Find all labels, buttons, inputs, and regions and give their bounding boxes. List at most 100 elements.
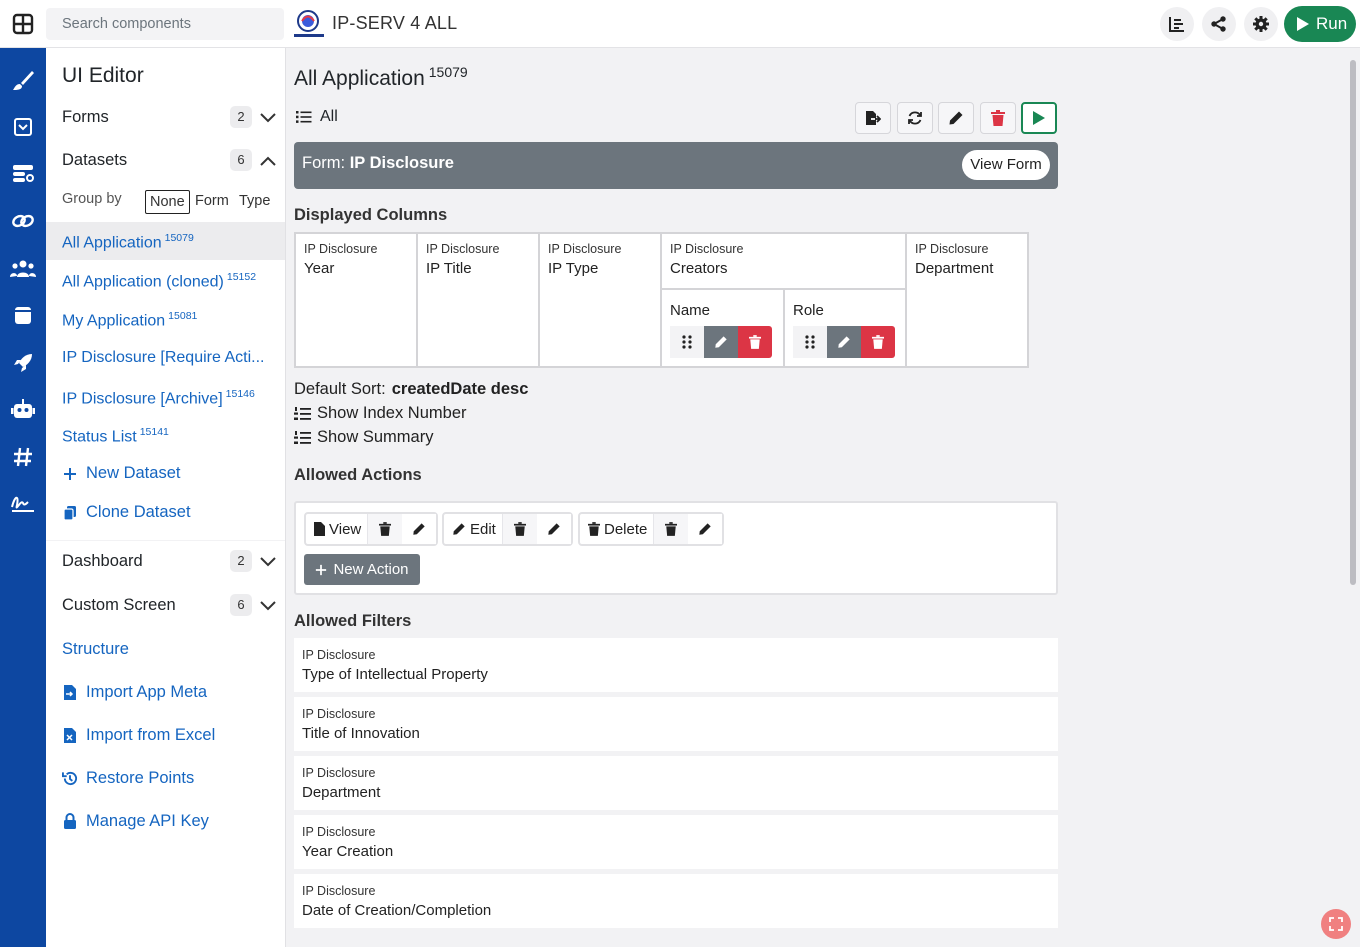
manage-api-key-link[interactable]: Manage API Key <box>62 812 209 831</box>
filter-item[interactable]: IP Disclosure Date of Creation/Completio… <box>294 874 1058 928</box>
filter-item[interactable]: IP Disclosure Title of Innovation <box>294 697 1058 751</box>
brush-icon[interactable] <box>10 68 36 94</box>
dataset-label: My Application <box>62 312 166 330</box>
action-delete: Delete <box>578 512 725 546</box>
view-form-button[interactable]: View Form <box>962 150 1050 180</box>
new-dataset-link[interactable]: New Dataset <box>62 464 180 483</box>
delete-subcolumn-button[interactable] <box>861 326 895 358</box>
chart-button[interactable] <box>1160 7 1194 41</box>
column-creators[interactable]: IP Disclosure Creators Name Role <box>662 234 907 366</box>
dataset-item-all-application[interactable]: All Application 15079 <box>46 222 285 260</box>
delete-action-button[interactable] <box>502 514 537 544</box>
allowed-actions-box: View Edit Delete New Action <box>294 501 1058 595</box>
subcolumn-name[interactable]: Name <box>662 288 785 366</box>
column-source: IP Disclosure <box>304 242 378 256</box>
dataset-item-my-application[interactable]: My Application 15081 <box>46 300 285 338</box>
dataset-item-status-list[interactable]: Status List 15141 <box>46 416 285 454</box>
action-edit-button[interactable]: Edit <box>444 514 503 544</box>
view-selector[interactable]: All <box>296 108 338 126</box>
plus-icon <box>316 564 327 575</box>
delete-action-button[interactable] <box>368 514 403 544</box>
column-year[interactable]: IP Disclosure Year <box>296 234 418 366</box>
section-datasets-label: Datasets <box>62 151 128 169</box>
edit-action-button[interactable] <box>688 514 723 544</box>
import-app-meta-link[interactable]: Import App Meta <box>62 683 207 702</box>
link-icon[interactable] <box>10 208 36 234</box>
export-button[interactable] <box>855 102 891 134</box>
drag-handle-icon[interactable] <box>793 326 827 358</box>
filter-item[interactable]: IP Disclosure Year Creation <box>294 815 1058 869</box>
edit-action-button[interactable] <box>402 514 437 544</box>
database-icon[interactable] <box>10 160 36 186</box>
page-title-text: All Application <box>294 67 425 90</box>
section-dashboard[interactable]: Dashboard 2 <box>62 550 280 574</box>
filter-item[interactable]: IP Disclosure Type of Intellectual Prope… <box>294 638 1058 692</box>
column-name: Year <box>304 260 335 277</box>
edit-action-button[interactable] <box>536 514 571 544</box>
signature-icon[interactable] <box>10 490 36 516</box>
section-datasets[interactable]: Datasets 6 <box>62 149 280 173</box>
group-by-type[interactable]: Type <box>239 190 270 214</box>
apps-grid-icon[interactable] <box>12 13 34 35</box>
show-summary-label: Show Summary <box>317 428 434 446</box>
chevron-down-icon[interactable] <box>258 596 278 616</box>
drag-handle-icon[interactable] <box>670 326 704 358</box>
action-view-button[interactable]: View <box>306 514 369 544</box>
refresh-button[interactable] <box>897 102 933 134</box>
filter-name: Title of Innovation <box>302 725 420 742</box>
chevron-down-icon[interactable] <box>258 552 278 572</box>
action-edit: Edit <box>442 512 573 546</box>
group-by-form[interactable]: Form <box>195 190 229 214</box>
default-sort-value: createdDate desc <box>391 380 529 398</box>
edit-button[interactable] <box>938 102 974 134</box>
expand-icon <box>1329 917 1343 931</box>
rocket-icon[interactable] <box>10 350 36 376</box>
subcolumn-role[interactable]: Role <box>785 288 907 366</box>
trash-icon <box>513 522 526 536</box>
new-action-button[interactable]: New Action <box>304 554 420 585</box>
structure-link[interactable]: Structure <box>62 640 129 659</box>
users-icon[interactable] <box>10 256 36 282</box>
dataset-label: All Application <box>62 234 162 252</box>
import-excel-link[interactable]: Import from Excel <box>62 726 215 745</box>
dataset-item-ip-disclosure-archive[interactable]: IP Disclosure [Archive] 15146 <box>46 378 285 416</box>
column-ip-type[interactable]: IP Disclosure IP Type <box>540 234 662 366</box>
form-bar-prefix: Form: <box>302 154 346 172</box>
column-department[interactable]: IP Disclosure Department <box>907 234 1029 366</box>
dataset-id: 15146 <box>225 388 255 400</box>
chevron-up-icon[interactable] <box>258 151 278 171</box>
fullscreen-button[interactable] <box>1321 909 1351 939</box>
section-forms[interactable]: Forms 2 <box>62 106 280 130</box>
share-button[interactable] <box>1202 7 1236 41</box>
chevron-down-icon[interactable] <box>258 108 278 128</box>
dataset-item-ip-disclosure-require-action[interactable]: IP Disclosure [Require Acti... <box>46 339 285 377</box>
dataset-item-all-application-cloned[interactable]: All Application (cloned) 15152 <box>46 261 285 299</box>
robot-icon[interactable] <box>10 396 36 422</box>
section-forms-label: Forms <box>62 108 109 126</box>
section-custom-screen[interactable]: Custom Screen 6 <box>62 594 280 618</box>
edit-subcolumn-button[interactable] <box>704 326 738 358</box>
show-summary-option[interactable]: Show Summary <box>294 428 433 447</box>
run-button[interactable]: Run <box>1284 6 1356 42</box>
settings-button[interactable] <box>1244 7 1278 41</box>
search-input[interactable]: Search components <box>46 8 284 40</box>
play-icon <box>1297 17 1309 31</box>
edit-subcolumn-button[interactable] <box>827 326 861 358</box>
default-sort[interactable]: Default Sort: createdDate desc <box>294 380 528 399</box>
column-ip-title[interactable]: IP Disclosure IP Title <box>418 234 540 366</box>
group-by-none[interactable]: None <box>145 190 190 214</box>
hashtag-icon[interactable] <box>10 444 36 470</box>
storage-icon[interactable] <box>10 302 36 328</box>
restore-points-link[interactable]: Restore Points <box>62 769 194 788</box>
show-index-number-label: Show Index Number <box>317 404 467 422</box>
delete-button[interactable] <box>980 102 1016 134</box>
clone-dataset-link[interactable]: Clone Dataset <box>62 503 191 522</box>
inbox-icon[interactable] <box>10 114 36 140</box>
action-delete-button[interactable]: Delete <box>580 514 655 544</box>
filter-item[interactable]: IP Disclosure Department <box>294 756 1058 810</box>
delete-action-button[interactable] <box>654 514 689 544</box>
preview-run-button[interactable] <box>1021 102 1057 134</box>
show-index-number-option[interactable]: Show Index Number <box>294 404 467 423</box>
main-scrollbar[interactable] <box>1350 60 1356 585</box>
delete-subcolumn-button[interactable] <box>738 326 772 358</box>
